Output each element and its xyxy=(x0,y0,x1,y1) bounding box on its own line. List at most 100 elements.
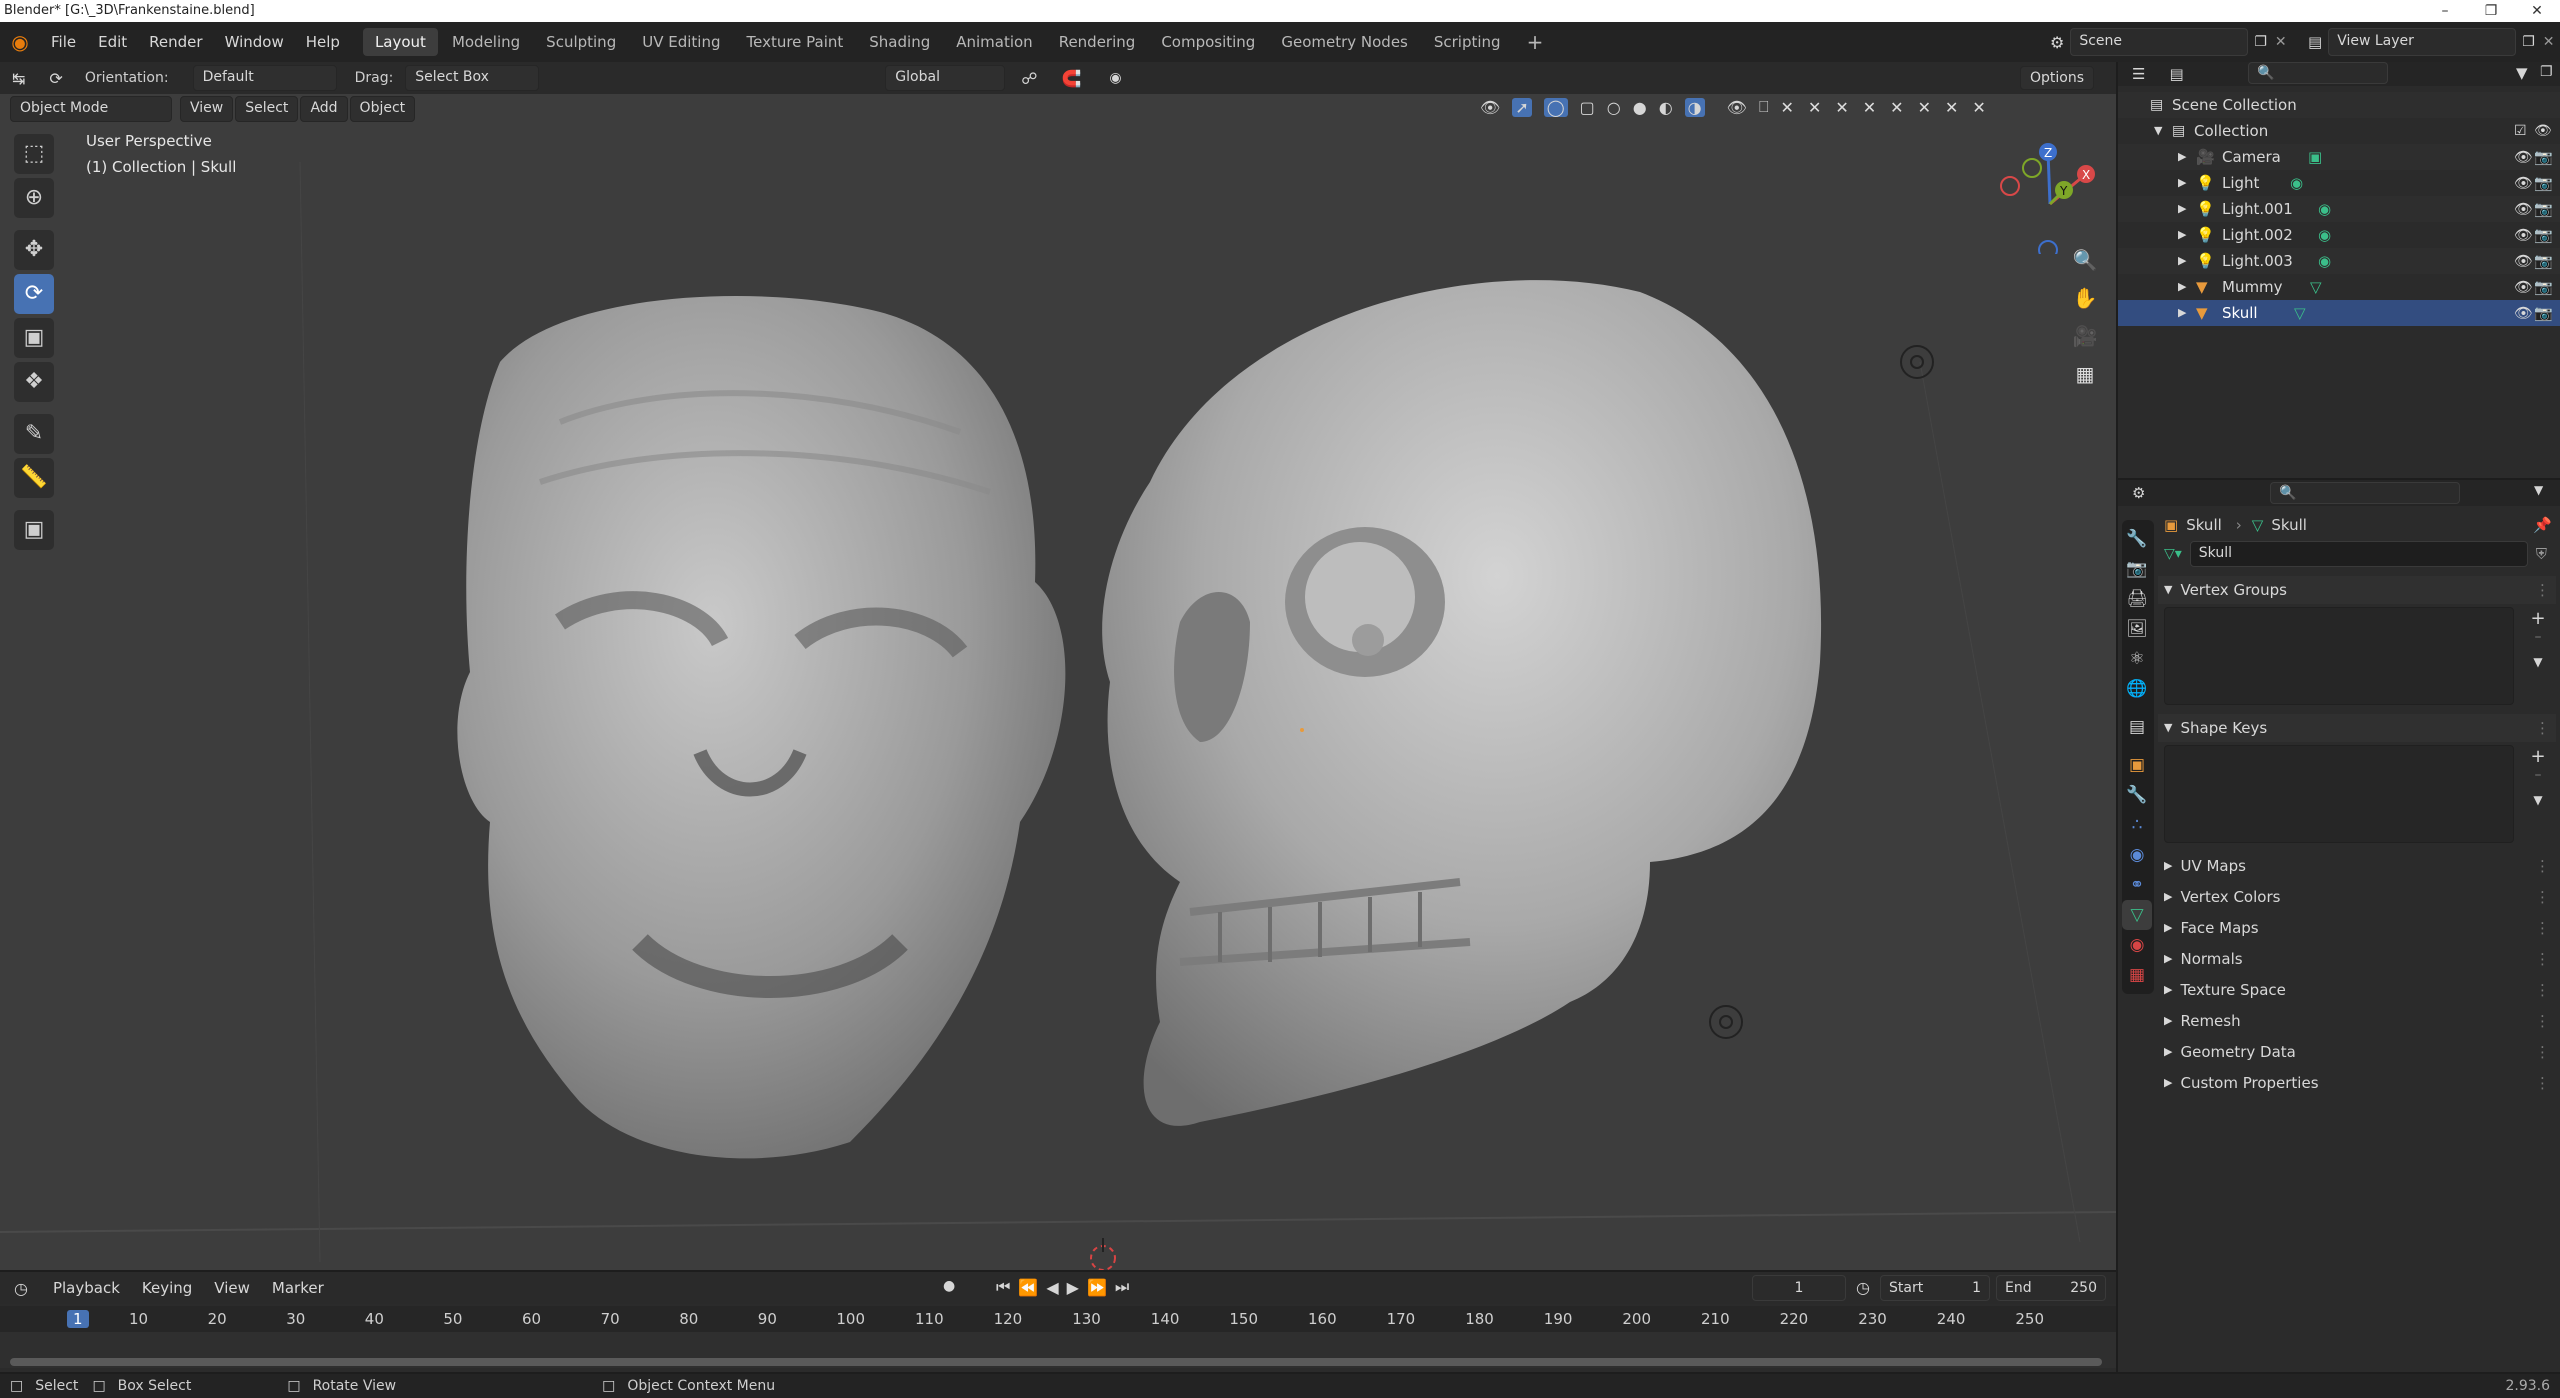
menu-file[interactable]: File xyxy=(40,22,87,62)
render-camera-icon[interactable]: 📷 xyxy=(2534,144,2553,170)
measure-tool-icon[interactable]: 📏 xyxy=(14,458,54,498)
shape-key-specials-icon[interactable]: ▼ xyxy=(2524,793,2552,807)
visibility-eye-icon[interactable]: 👁 xyxy=(2514,144,2533,170)
light-data-icon[interactable]: ◉ xyxy=(2318,196,2331,222)
collection-visibility-icon[interactable]: 👁 xyxy=(2534,118,2552,144)
fake-user-shield-icon[interactable]: ⛨ xyxy=(2536,545,2547,563)
scene-field[interactable]: Scene xyxy=(2070,28,2249,56)
object-tab-icon[interactable]: ▣ xyxy=(2122,750,2152,780)
visibility-eye-icon[interactable]: 👁 xyxy=(2514,196,2533,222)
display-mode-icon[interactable]: ▤ xyxy=(2169,65,2183,83)
outliner-item[interactable]: ▶ 💡 Light.001 ◉ 👁 📷 xyxy=(2118,196,2560,222)
tab-modeling[interactable]: Modeling xyxy=(440,28,532,56)
vertex-groups-panel-header[interactable]: ▼ Vertex Groups ⋮ xyxy=(2158,576,2556,604)
tab-sculpting[interactable]: Sculpting xyxy=(534,28,628,56)
select-box-tool-icon[interactable]: ⬚ xyxy=(14,134,54,174)
tool-tab-icon[interactable]: 🔧 xyxy=(2122,524,2152,554)
mesh-data-icon[interactable]: ▽ xyxy=(2310,274,2322,300)
render-camera-icon[interactable]: 📷 xyxy=(2534,248,2553,274)
mesh-name-field[interactable]: Skull xyxy=(2189,541,2528,567)
panel-drag-handle-icon[interactable]: ⋮ xyxy=(2535,714,2550,742)
properties-search-input[interactable]: 🔍 xyxy=(2270,482,2460,504)
jump-start-icon[interactable]: ⏮ xyxy=(996,1277,1010,1297)
render-camera-icon[interactable]: 📷 xyxy=(2534,196,2553,222)
texture-tab-icon[interactable]: ▦ xyxy=(2122,960,2152,990)
end-frame-field[interactable]: End 250 xyxy=(1996,1275,2106,1301)
mummy-mesh[interactable] xyxy=(457,296,1066,1159)
camera-view-icon[interactable]: 🎥 xyxy=(2067,318,2103,354)
jump-keyframe-forward-icon[interactable]: ⏩ xyxy=(1087,1278,1107,1297)
jump-keyframe-back-icon[interactable]: ⏪ xyxy=(1018,1278,1038,1297)
pin-icon[interactable]: 📌 xyxy=(2533,516,2552,534)
custom-properties-panel-header[interactable]: ▶ Custom Properties ⋮ xyxy=(2158,1067,2556,1098)
light-gizmo-2[interactable] xyxy=(1709,1005,1743,1039)
properties-options-icon[interactable]: ▼ xyxy=(2534,483,2543,497)
current-frame-marker[interactable]: 1 xyxy=(67,1310,89,1328)
panel-drag-handle-icon[interactable]: ⋮ xyxy=(2535,1007,2550,1035)
material-shading-icon[interactable]: ◐ xyxy=(1659,98,1673,117)
menu-window[interactable]: Window xyxy=(214,22,295,62)
outliner-scene-collection[interactable]: ▤ Scene Collection xyxy=(2118,92,2560,118)
object-type-toggles[interactable]: ✕✕✕✕✕✕✕✕ xyxy=(1781,98,2000,117)
exclude-checkbox[interactable]: ☑ xyxy=(2514,118,2527,144)
visibility-eye-icon[interactable]: 👁 xyxy=(2514,222,2533,248)
expand-icon[interactable]: ▶ xyxy=(2178,248,2186,274)
mode-dropdown[interactable]: Object Mode xyxy=(10,96,172,122)
scale-tool-icon[interactable]: ▣ xyxy=(14,318,54,358)
navigation-gizmo[interactable]: Z X Y xyxy=(1990,134,2110,254)
menu-help[interactable]: Help xyxy=(295,22,351,62)
gizmo-toggle-icon[interactable]: ➚ xyxy=(1512,97,1532,117)
visibility-eye-icon[interactable]: 👁 xyxy=(2514,300,2533,326)
mesh-data-icon[interactable]: ▽ xyxy=(2294,300,2306,326)
options-dropdown[interactable]: Options xyxy=(2020,66,2095,90)
expand-icon[interactable]: ▶ xyxy=(2178,170,2186,196)
play-reverse-icon[interactable]: ◀ xyxy=(1046,1278,1058,1297)
render-camera-icon[interactable]: 📷 xyxy=(2534,300,2553,326)
light-data-icon[interactable]: ◉ xyxy=(2318,222,2331,248)
add-workspace-button[interactable]: + xyxy=(1515,28,1556,56)
timeline-ruler[interactable]: 1 10 20 30 40 50 60 70 80 90 100 110 120 130 140 150 160… xyxy=(0,1306,2116,1332)
timeline-menu-view[interactable]: View xyxy=(203,1272,261,1304)
close-window-button[interactable]: ✕ xyxy=(2514,0,2560,22)
physics-tab-icon[interactable]: ◉ xyxy=(2122,840,2152,870)
data-tab-icon[interactable]: ▽ xyxy=(2122,900,2152,930)
panel-drag-handle-icon[interactable]: ⋮ xyxy=(2535,1038,2550,1066)
menu-object[interactable]: Object xyxy=(349,96,416,122)
tab-rendering[interactable]: Rendering xyxy=(1047,28,1148,56)
tab-compositing[interactable]: Compositing xyxy=(1149,28,1267,56)
vertex-colors-panel-header[interactable]: ▶ Vertex Colors ⋮ xyxy=(2158,881,2556,912)
view-layer-tab-icon[interactable]: 🖼 xyxy=(2122,614,2152,644)
filter-icon[interactable]: ▼ xyxy=(2516,64,2528,82)
properties-editor-type-icon[interactable]: ⚙ xyxy=(2132,484,2145,502)
menu-view[interactable]: View xyxy=(180,96,234,122)
cursor-tool-icon[interactable]: ⊕ xyxy=(14,178,54,218)
add-cube-tool-icon[interactable]: ▣ xyxy=(14,510,54,550)
panel-drag-handle-icon[interactable]: ⋮ xyxy=(2535,1069,2550,1097)
new-scene-icon[interactable]: ❐ xyxy=(2254,34,2267,50)
rotate-tool-icon[interactable]: ⟳ xyxy=(14,274,54,314)
shape-keys-list[interactable] xyxy=(2164,745,2514,843)
remove-vertex-group-icon[interactable]: – xyxy=(2524,629,2552,645)
menu-add[interactable]: Add xyxy=(300,96,348,122)
add-vertex-group-icon[interactable]: + xyxy=(2524,608,2552,629)
outliner-item-selected[interactable]: ▶ ▼ Skull ▽ 👁 📷 xyxy=(2118,300,2560,326)
constraints-tab-icon[interactable]: ⚭ xyxy=(2122,870,2152,900)
render-camera-icon[interactable]: 📷 xyxy=(2534,274,2553,300)
timeline-menu-playback[interactable]: Playback xyxy=(42,1272,131,1304)
visibility-eye-icon[interactable]: 👁 xyxy=(2514,248,2533,274)
collection-expand-icon[interactable]: ▼ xyxy=(2154,118,2162,144)
selectability-visibility-icon[interactable]: 👁 xyxy=(1480,98,1500,117)
light-data-icon[interactable]: ◉ xyxy=(2290,170,2303,196)
panel-drag-handle-icon[interactable]: ⋮ xyxy=(2535,914,2550,942)
menu-edit[interactable]: Edit xyxy=(87,22,138,62)
panel-drag-handle-icon[interactable]: ⋮ xyxy=(2535,976,2550,1004)
view-layer-field[interactable]: View Layer xyxy=(2328,28,2517,56)
rendered-shading-icon[interactable]: ◑ xyxy=(1684,97,1705,117)
remove-shape-key-icon[interactable]: – xyxy=(2524,767,2552,783)
tab-layout[interactable]: Layout xyxy=(362,28,438,56)
new-view-layer-icon[interactable]: ❐ xyxy=(2522,34,2535,50)
panel-drag-handle-icon[interactable]: ⋮ xyxy=(2535,883,2550,911)
uv-maps-panel-header[interactable]: ▶ UV Maps ⋮ xyxy=(2158,850,2556,881)
tab-texture-paint[interactable]: Texture Paint xyxy=(734,28,855,56)
transform-tool-icon[interactable]: ❖ xyxy=(14,362,54,402)
